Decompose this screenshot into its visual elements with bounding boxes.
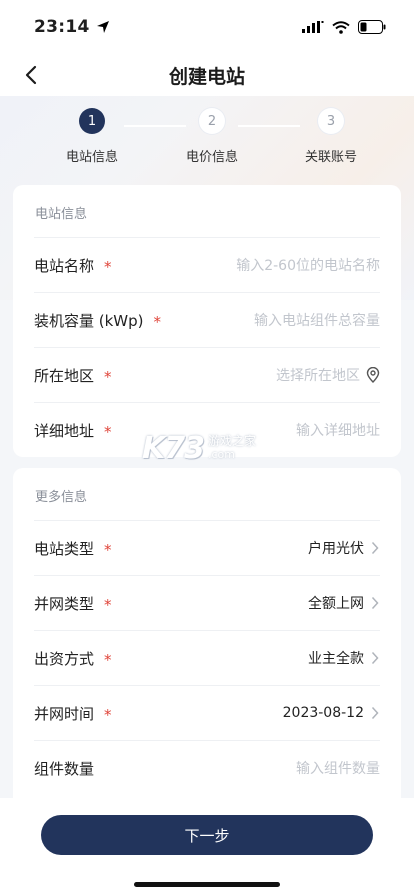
- bottom-action-bar: 下一步: [0, 798, 414, 896]
- station-type-label: 电站类型: [34, 539, 95, 558]
- region-row[interactable]: 所在地区 * 选择所在地区: [34, 347, 380, 402]
- required-mark: *: [153, 313, 162, 331]
- progress-stepper: 1 电站信息 2 电价信息 3 关联账号: [0, 108, 414, 178]
- required-mark: *: [104, 651, 112, 669]
- field-right: 选择所在地区: [276, 365, 380, 385]
- module-count-row[interactable]: 组件数量 输入组件数量: [34, 740, 380, 795]
- funding-value[interactable]: 业主全款: [308, 648, 364, 668]
- home-indicator: [134, 882, 280, 887]
- station-name-label: 电站名称: [34, 256, 95, 275]
- back-button[interactable]: [14, 58, 48, 92]
- field-right: 输入2-60位的电站名称: [236, 255, 380, 275]
- region-label: 所在地区: [34, 366, 95, 385]
- step-label: 电站信息: [65, 150, 118, 165]
- status-time: 23:14: [34, 17, 110, 37]
- time-text: 23:14: [34, 17, 90, 37]
- station-type-value[interactable]: 户用光伏: [308, 538, 364, 558]
- chevron-left-icon: [25, 65, 37, 85]
- nav-bar: 创建电站: [0, 54, 414, 96]
- status-bar: 23:14: [0, 0, 414, 54]
- watermark-logo: K73 游戏之家 .com: [142, 428, 282, 468]
- status-icons: [302, 20, 386, 34]
- region-select[interactable]: 选择所在地区: [276, 365, 360, 385]
- capacity-label: 装机容量 (kWp): [34, 311, 144, 330]
- watermark-brand: K73: [142, 430, 205, 466]
- step-number: 1: [79, 108, 105, 134]
- field-right: 户用光伏: [308, 538, 380, 558]
- battery-icon: [358, 20, 386, 34]
- chevron-right-icon: [370, 596, 380, 610]
- required-mark: *: [104, 541, 112, 559]
- field-label: 电站名称 *: [34, 255, 112, 277]
- funding-label: 出资方式: [34, 649, 95, 668]
- step-linked-account: 3 关联账号: [286, 108, 376, 165]
- field-right: 全额上网: [308, 593, 380, 613]
- station-info-card: 电站信息 电站名称 * 输入2-60位的电站名称 装机容量 (kWp) * 输入…: [13, 185, 401, 457]
- grid-time-value[interactable]: 2023-08-12: [283, 705, 364, 721]
- watermark-site-com: .com: [208, 448, 235, 461]
- station-name-row[interactable]: 电站名称 * 输入2-60位的电站名称: [34, 237, 380, 292]
- step-label: 电价信息: [185, 150, 238, 165]
- location-arrow-icon: [96, 21, 109, 33]
- watermark-site: 游戏之家 .com: [208, 434, 256, 462]
- step-label: 关联账号: [304, 150, 357, 165]
- module-count-label: 组件数量: [34, 759, 95, 778]
- chevron-right-icon: [370, 541, 380, 555]
- section-title: 更多信息: [35, 490, 88, 505]
- field-right: 业主全款: [308, 648, 380, 668]
- chevron-right-icon: [370, 706, 380, 720]
- required-mark: *: [104, 258, 112, 276]
- required-mark: *: [104, 423, 112, 441]
- station-name-input[interactable]: 输入2-60位的电站名称: [236, 255, 380, 275]
- required-mark: *: [104, 706, 112, 724]
- field-label: 装机容量 (kWp) *: [34, 310, 162, 332]
- grid-type-value[interactable]: 全额上网: [308, 593, 364, 613]
- module-count-input[interactable]: 输入组件数量: [296, 758, 380, 778]
- cellular-signal-icon: [302, 21, 324, 33]
- next-step-button[interactable]: 下一步: [41, 815, 373, 855]
- capacity-input[interactable]: 输入电站组件总容量: [254, 310, 380, 330]
- grid-type-row[interactable]: 并网类型 * 全额上网: [34, 575, 380, 630]
- step-price-info: 2 电价信息: [167, 108, 257, 165]
- step-number: 2: [199, 108, 225, 134]
- watermark-site-cn: 游戏之家: [208, 434, 257, 448]
- chevron-right-icon: [370, 651, 380, 665]
- field-right: 输入详细地址: [296, 420, 380, 440]
- field-label: 出资方式 *: [34, 648, 112, 670]
- field-label: 电站类型 *: [34, 538, 112, 560]
- step-station-info: 1 电站信息: [47, 108, 137, 165]
- step-number: 3: [318, 108, 344, 134]
- field-right: 2023-08-12: [283, 705, 380, 721]
- required-mark: *: [104, 596, 112, 614]
- section-title: 电站信息: [35, 207, 88, 222]
- field-label: 所在地区 *: [34, 365, 112, 387]
- grid-time-label: 并网时间: [34, 704, 95, 723]
- field-right: 输入电站组件总容量: [254, 310, 380, 330]
- funding-row[interactable]: 出资方式 * 业主全款: [34, 630, 380, 685]
- field-label: 组件数量: [34, 758, 94, 779]
- address-input[interactable]: 输入详细地址: [296, 420, 380, 440]
- wifi-icon: [332, 20, 350, 34]
- field-label: 并网时间 *: [34, 703, 112, 725]
- capacity-row[interactable]: 装机容量 (kWp) * 输入电站组件总容量: [34, 292, 380, 347]
- grid-time-row[interactable]: 并网时间 * 2023-08-12: [34, 685, 380, 740]
- field-right: 输入组件数量: [296, 758, 380, 778]
- grid-type-label: 并网类型: [34, 594, 95, 613]
- address-label: 详细地址: [34, 421, 95, 440]
- more-info-card: 更多信息 电站类型 * 户用光伏 并网类型 * 全额上网 出资方式 * 业主全款…: [13, 468, 401, 808]
- field-label: 详细地址 *: [34, 420, 112, 442]
- page-title: 创建电站: [168, 65, 245, 88]
- field-label: 并网类型 *: [34, 593, 112, 615]
- required-mark: *: [104, 368, 112, 386]
- location-pin-icon[interactable]: [366, 367, 380, 383]
- station-type-row[interactable]: 电站类型 * 户用光伏: [34, 520, 380, 575]
